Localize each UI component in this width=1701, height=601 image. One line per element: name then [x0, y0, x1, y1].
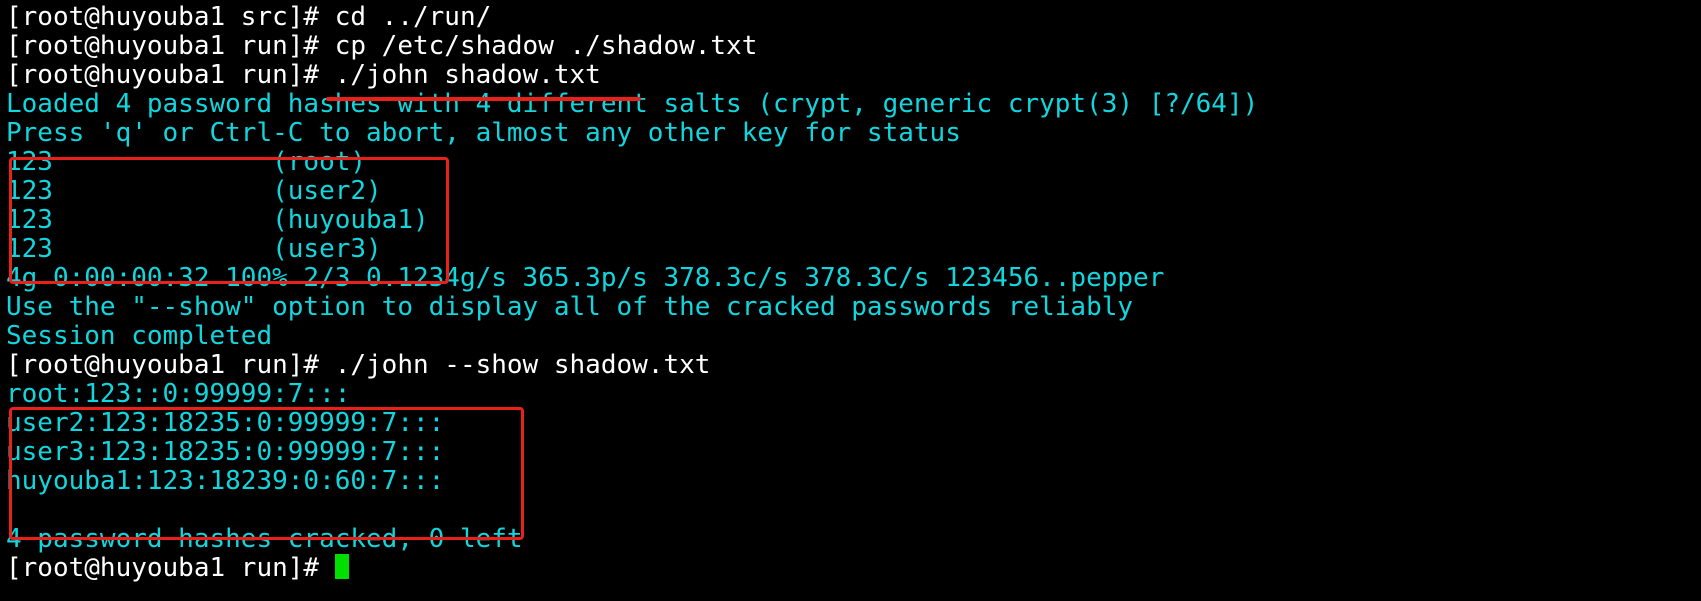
output-loaded-hashes: Loaded 4 password hashes with 4 differen… [6, 89, 1259, 119]
annotation-box-show-results [9, 407, 524, 540]
annotation-underline [326, 97, 641, 101]
command-line-john: [root@huyouba1 run]# ./john shadow.txt [6, 60, 601, 90]
output-show-hint: Use the "--show" option to display all o… [6, 292, 1134, 322]
output-session-completed: Session completed [6, 321, 273, 351]
command-line-cp: [root@huyouba1 run]# cp /etc/shadow ./sh… [6, 31, 758, 61]
current-prompt: [root@huyouba1 run]# [6, 553, 335, 583]
terminal-window[interactable]: [root@huyouba1 src]# cd ../run/ [root@hu… [6, 2, 1696, 599]
show-result-row: root:123::0:99999:7::: [6, 379, 351, 409]
command-line-cd: [root@huyouba1 src]# cd ../run/ [6, 2, 492, 32]
current-prompt-line[interactable]: [root@huyouba1 run]# [6, 553, 349, 584]
command-line-john-show: [root@huyouba1 run]# ./john --show shado… [6, 350, 711, 380]
output-press-abort: Press 'q' or Ctrl-C to abort, almost any… [6, 118, 961, 148]
text-cursor [334, 554, 349, 579]
annotation-box-cracked-passwords [9, 157, 449, 284]
